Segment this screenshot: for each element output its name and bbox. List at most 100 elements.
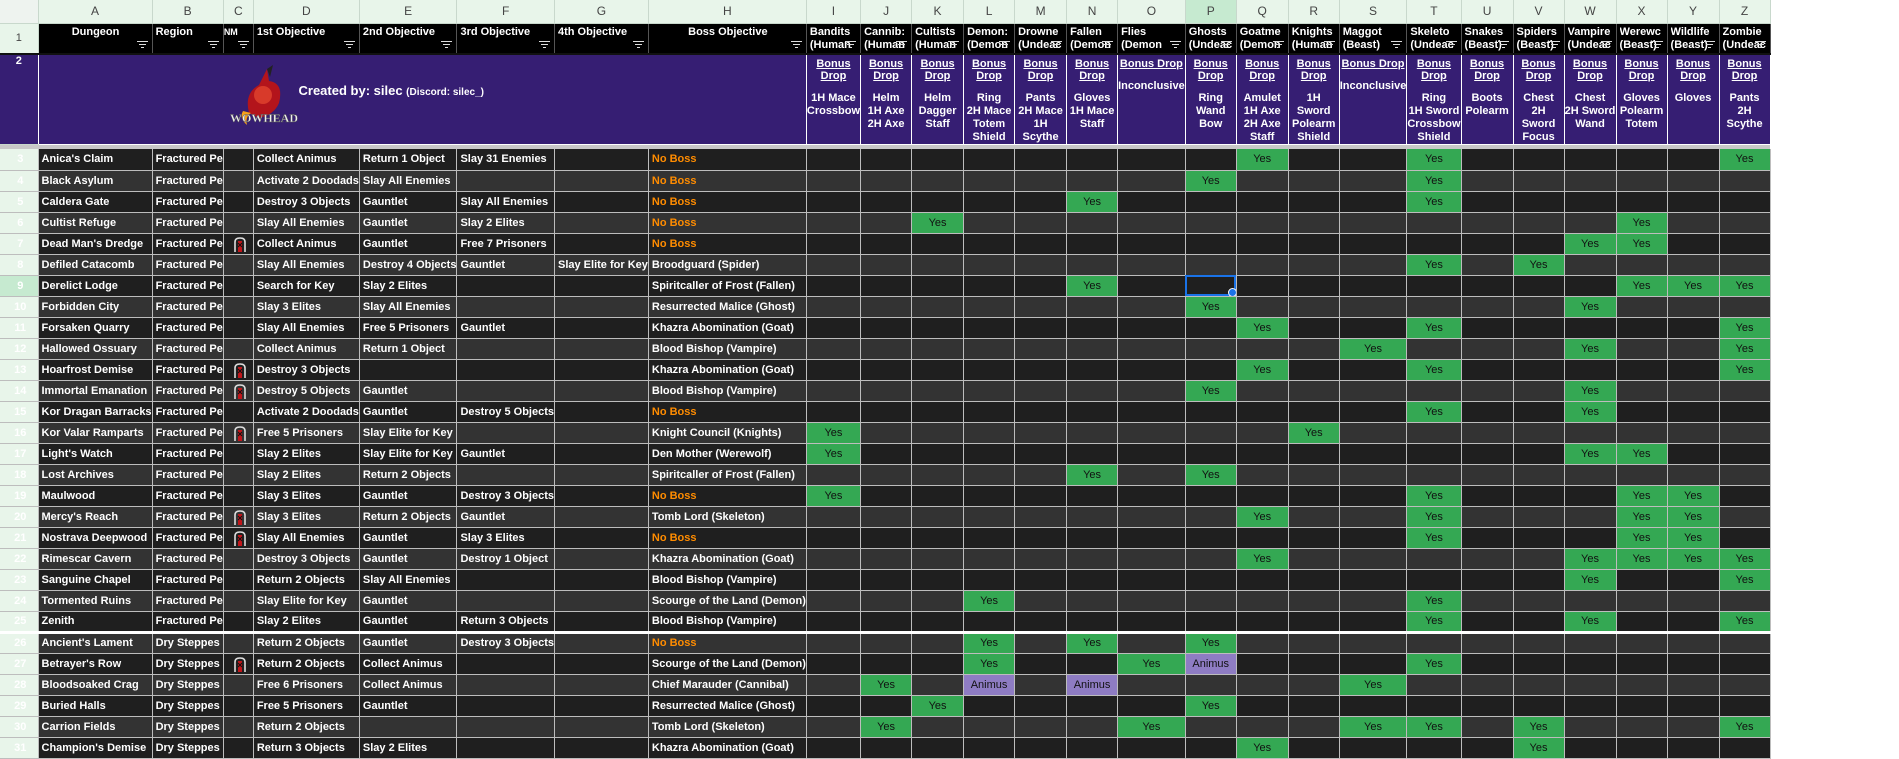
family-k-cell[interactable] [911, 275, 965, 297]
dungeon-cell[interactable]: Derelict Lodge [38, 275, 153, 297]
row-header-21[interactable]: 21 [0, 527, 39, 549]
family-r-cell[interactable] [1288, 485, 1340, 507]
family-q-cell[interactable] [1236, 275, 1289, 297]
family-t-cell[interactable] [1406, 737, 1462, 759]
region-cell[interactable]: Fractured Pe [152, 296, 224, 318]
family-j-cell[interactable] [860, 485, 913, 507]
family-y-cell[interactable]: Yes [1667, 506, 1720, 528]
boss-objective-cell[interactable]: Blood Bishop (Vampire) [648, 611, 807, 633]
family-i-cell[interactable]: Yes [806, 485, 862, 507]
family-t-cell[interactable] [1406, 422, 1462, 444]
bonus-drop-link[interactable]: Bonus Drop [1514, 58, 1564, 82]
objective-1-cell[interactable]: Return 2 Objects [253, 630, 360, 654]
column-header-v[interactable]: V [1513, 0, 1565, 24]
family-s-cell[interactable] [1339, 611, 1408, 633]
family-j-cell[interactable] [860, 191, 913, 213]
family-l-cell[interactable]: Yes [963, 653, 1016, 675]
family-u-cell[interactable] [1461, 233, 1514, 255]
family-x-cell[interactable]: Yes [1616, 212, 1668, 234]
region-cell[interactable]: Fractured Pe [152, 548, 224, 570]
column-header-c[interactable]: C [223, 0, 254, 24]
family-q-cell[interactable] [1236, 380, 1289, 402]
family-u-cell[interactable] [1461, 464, 1514, 486]
family-k-cell[interactable] [911, 590, 965, 612]
family-z-cell[interactable] [1719, 212, 1771, 234]
column-header-w[interactable]: W [1564, 0, 1617, 24]
family-k-cell[interactable] [911, 191, 965, 213]
family-w-cell[interactable]: Yes [1564, 401, 1617, 423]
family-p-cell[interactable] [1185, 716, 1237, 738]
select-all-corner[interactable] [0, 0, 39, 24]
nightmare-cell[interactable] [223, 149, 254, 171]
family-u-cell[interactable] [1461, 296, 1514, 318]
nightmare-cell[interactable] [223, 569, 254, 591]
region-cell[interactable]: Fractured Pe [152, 149, 224, 171]
family-u-cell[interactable] [1461, 254, 1514, 276]
objective-2-cell[interactable]: Slay Elite for Key [359, 443, 458, 465]
objective-4-cell[interactable] [554, 422, 649, 444]
family-n-cell[interactable] [1066, 611, 1119, 633]
family-t-cell[interactable] [1406, 233, 1462, 255]
objective-1-cell[interactable]: Slay All Enemies [253, 317, 360, 339]
family-w-cell[interactable]: Yes [1564, 569, 1617, 591]
dungeon-cell[interactable]: Ancient's Lament [38, 630, 153, 654]
family-m-cell[interactable] [1014, 380, 1068, 402]
family-t-cell[interactable] [1406, 548, 1462, 570]
region-cell[interactable]: Fractured Pe [152, 422, 224, 444]
family-p-cell[interactable]: Yes [1185, 464, 1237, 486]
family-i-cell[interactable]: Yes [806, 443, 862, 465]
family-n-cell[interactable]: Yes [1066, 275, 1119, 297]
objective-4-cell[interactable] [554, 380, 649, 402]
region-cell[interactable]: Fractured Pe [152, 338, 224, 360]
family-x-cell[interactable] [1616, 149, 1668, 171]
column-header-s[interactable]: S [1339, 0, 1408, 24]
objective-4-cell[interactable] [554, 296, 649, 318]
family-r-cell[interactable] [1288, 401, 1340, 423]
region-cell[interactable]: Dry Steppes [152, 737, 224, 759]
dungeon-cell[interactable]: Hallowed Ossuary [38, 338, 153, 360]
bonus-drop-link[interactable]: Bonus Drop [1668, 58, 1719, 82]
family-x-cell[interactable] [1616, 422, 1668, 444]
family-i-cell[interactable] [806, 716, 862, 738]
family-o-cell[interactable] [1117, 569, 1186, 591]
nightmare-cell[interactable] [223, 506, 254, 528]
family-x-cell[interactable] [1616, 317, 1668, 339]
family-q-cell[interactable]: Yes [1236, 317, 1289, 339]
objective-1-cell[interactable]: Return 3 Objects [253, 737, 360, 759]
boss-objective-cell[interactable]: No Boss [648, 485, 807, 507]
family-w-cell[interactable] [1564, 359, 1617, 381]
objective-2-cell[interactable]: Gauntlet [359, 191, 458, 213]
family-n-cell[interactable] [1066, 233, 1119, 255]
family-x-cell[interactable] [1616, 338, 1668, 360]
boss-objective-cell[interactable]: Tomb Lord (Skeleton) [648, 716, 807, 738]
objective-1-cell[interactable]: Free 5 Prisoners [253, 422, 360, 444]
family-l-cell[interactable] [963, 548, 1016, 570]
family-i-cell[interactable] [806, 191, 862, 213]
nightmare-cell[interactable] [223, 695, 254, 717]
family-w-cell[interactable] [1564, 506, 1617, 528]
family-i-cell[interactable] [806, 653, 862, 675]
family-i-cell[interactable] [806, 296, 862, 318]
family-y-cell[interactable] [1667, 630, 1720, 654]
family-u-cell[interactable] [1461, 716, 1514, 738]
family-o-cell[interactable] [1117, 548, 1186, 570]
family-i-cell[interactable] [806, 359, 862, 381]
family-m-cell[interactable] [1014, 443, 1068, 465]
family-l-cell[interactable] [963, 170, 1016, 192]
family-t-cell[interactable]: Yes [1406, 590, 1462, 612]
family-k-cell[interactable] [911, 611, 965, 633]
family-r-cell[interactable] [1288, 254, 1340, 276]
family-m-cell[interactable] [1014, 548, 1068, 570]
family-t-cell[interactable] [1406, 380, 1462, 402]
family-s-cell[interactable] [1339, 422, 1408, 444]
nightmare-cell[interactable] [223, 191, 254, 213]
family-m-cell[interactable] [1014, 590, 1068, 612]
objective-2-cell[interactable]: Slay 2 Elites [359, 275, 458, 297]
family-t-cell[interactable]: Yes [1406, 485, 1462, 507]
bonus-drop-link[interactable]: Bonus Drop [1237, 58, 1288, 82]
family-x-cell[interactable] [1616, 170, 1668, 192]
row-header-25[interactable]: 25 [0, 611, 39, 633]
objective-4-cell[interactable] [554, 191, 649, 213]
family-r-cell[interactable] [1288, 737, 1340, 759]
filter-icon[interactable] [1391, 41, 1403, 48]
